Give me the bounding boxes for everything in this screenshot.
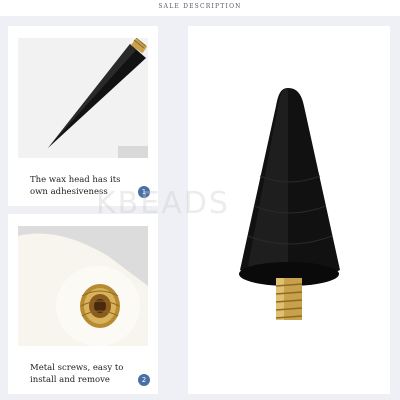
header-bar: SALE DESCRIPTION bbox=[0, 0, 400, 16]
metal-screw-closeup-illustration bbox=[18, 226, 148, 346]
section-title: SALE DESCRIPTION bbox=[158, 3, 242, 10]
main-product-image bbox=[188, 26, 390, 394]
number-badge-icon: 2 bbox=[138, 374, 150, 386]
wax-head-closeup-illustration bbox=[18, 38, 148, 158]
card-caption-2: Metal screws, easy to install and remove bbox=[30, 363, 124, 385]
card-caption-1: The wax head has its own adhesiveness bbox=[30, 175, 121, 197]
feature-card-2: Metal screws, easy to install and remove… bbox=[8, 214, 158, 394]
wax-tip-product-illustration bbox=[188, 26, 390, 394]
main-product-card bbox=[188, 26, 390, 394]
number-badge-icon: 1 bbox=[138, 186, 150, 198]
feature-card-1: The wax head has its own adhesiveness 1 bbox=[8, 26, 158, 206]
wax-head-closeup-image bbox=[18, 38, 148, 158]
metal-screw-closeup-image bbox=[18, 226, 148, 346]
